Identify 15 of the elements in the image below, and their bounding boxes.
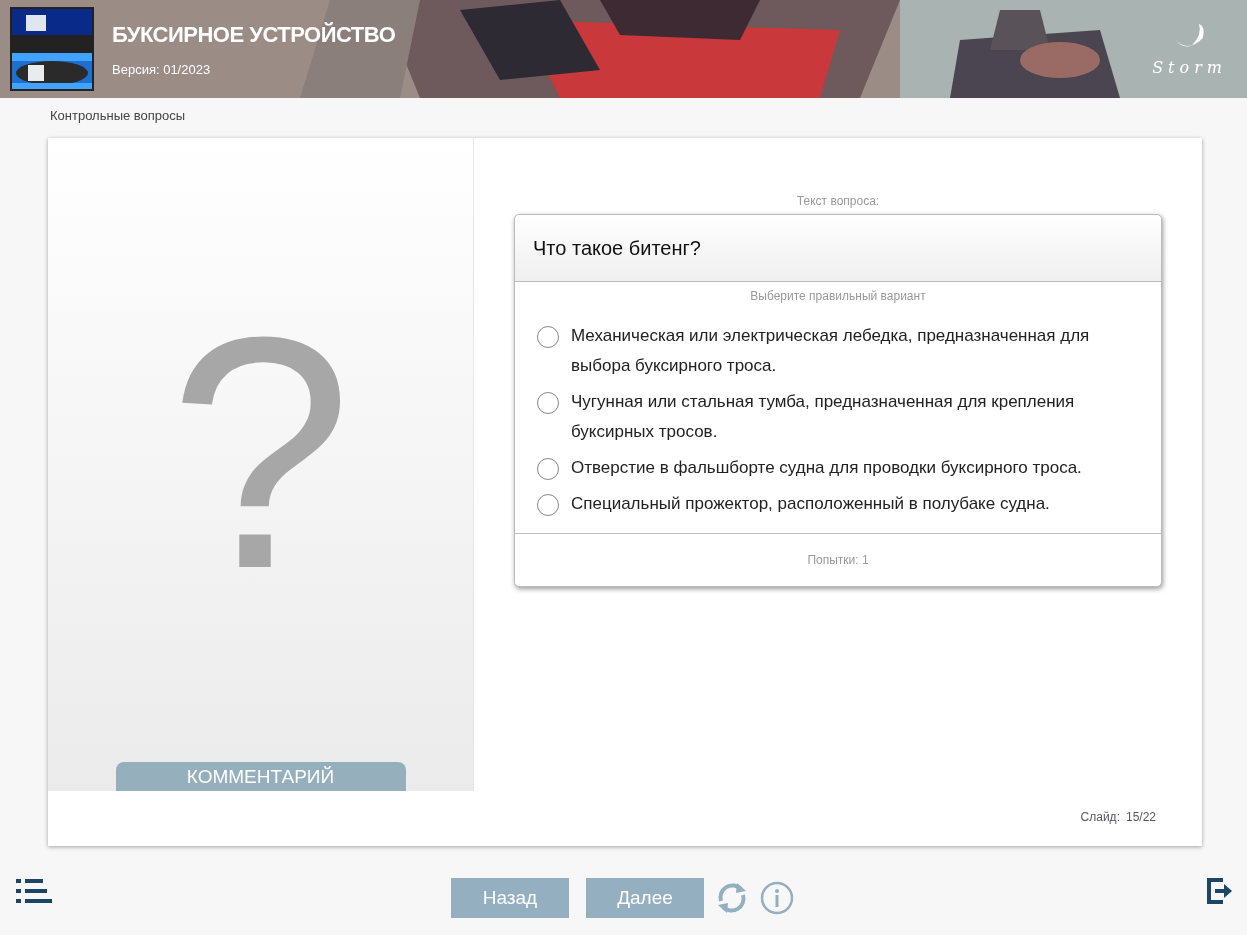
question-mark-symbol: ?: [168, 288, 353, 618]
slide-label: Слайд:: [1080, 810, 1120, 824]
question-caption: Текст вопроса:: [796, 194, 880, 208]
menu-icon[interactable]: [16, 878, 52, 903]
instruction-text: Выберите правильный вариант: [749, 289, 927, 303]
answer-option[interactable]: Специальный прожектор, расположенный в полубаке судна.: [537, 493, 1139, 519]
question-text: Что такое битенг?: [533, 236, 701, 260]
attempts-counter: Попытки: 1: [807, 553, 869, 567]
answer-option[interactable]: Чугунная или стальная тумба, предназначенная для крепления буксирных тросов.: [537, 391, 1139, 447]
answer-option[interactable]: Отверстие в фальшборте судна для проводки буксирного троса.: [537, 457, 1139, 483]
info-icon[interactable]: [760, 881, 794, 915]
slide-counter: 15/22: [1125, 810, 1156, 824]
breadcrumb: Контрольные вопросы: [50, 108, 187, 125]
exit-icon[interactable]: [1207, 877, 1233, 904]
answer-option[interactable]: Механическая или электрическая лебедка, предназначенная для выбора буксирного троса.: [537, 325, 1139, 381]
